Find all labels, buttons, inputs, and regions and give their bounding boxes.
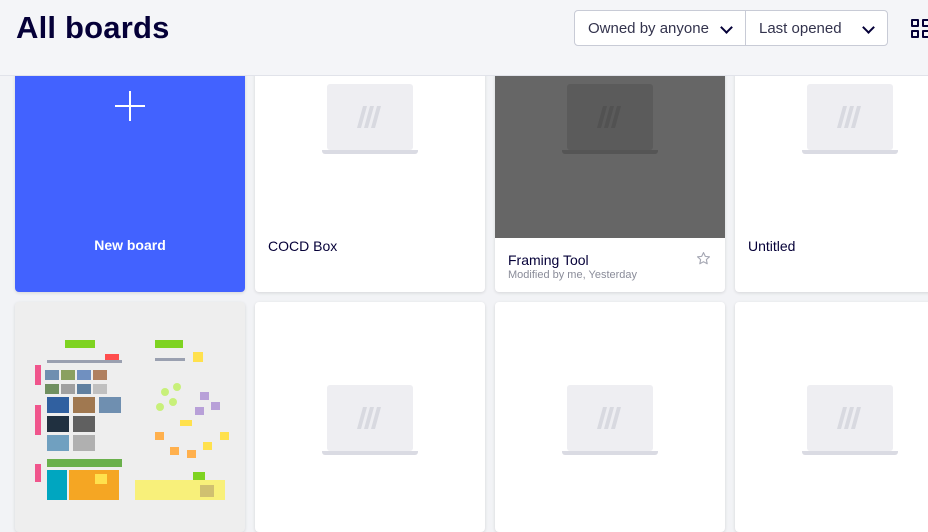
board-modified-meta: Modified by me, Yesterday <box>508 269 638 281</box>
page-header-overlay: All boards Owned by anyone Last opened <box>0 0 928 76</box>
chevron-down-icon <box>720 21 733 34</box>
owner-filter-label: Owned by anyone <box>588 19 709 37</box>
page-title: All boards <box>16 10 170 45</box>
chevron-down-icon <box>862 21 875 34</box>
board-placeholder-icon <box>562 84 658 156</box>
sort-dropdown[interactable]: Last opened <box>745 10 888 46</box>
board-title: Untitled <box>748 238 796 254</box>
board-thumbnail <box>255 302 485 463</box>
board-card[interactable] <box>495 302 725 532</box>
board-card[interactable]: Framing Tool Modified by me, Yesterday <box>495 62 725 292</box>
board-preview-image <box>35 340 229 500</box>
new-board-card[interactable]: New board <box>15 62 245 292</box>
board-placeholder-icon <box>322 385 418 457</box>
board-thumbnail <box>735 62 928 223</box>
board-card[interactable]: Untitled <box>735 62 928 292</box>
star-icon[interactable] <box>696 251 711 266</box>
board-thumbnail <box>495 302 725 463</box>
board-card[interactable] <box>735 302 928 532</box>
board-thumbnail <box>735 302 928 463</box>
board-title: COCD Box <box>268 238 338 254</box>
board-placeholder-icon <box>322 84 418 156</box>
grid-view-icon[interactable] <box>911 19 928 39</box>
board-placeholder-icon <box>802 84 898 156</box>
board-thumbnail <box>255 62 485 223</box>
board-placeholder-icon <box>562 385 658 457</box>
board-card[interactable]: COCD Box <box>255 62 485 292</box>
board-title: Framing Tool <box>508 252 589 268</box>
board-card[interactable] <box>255 302 485 532</box>
sort-filter-label: Last opened <box>759 19 842 37</box>
owner-filter-dropdown[interactable]: Owned by anyone <box>574 10 746 46</box>
board-placeholder-icon <box>802 385 898 457</box>
board-thumbnail <box>495 62 725 238</box>
new-board-label: New board <box>94 237 166 253</box>
board-card[interactable] <box>15 302 245 532</box>
